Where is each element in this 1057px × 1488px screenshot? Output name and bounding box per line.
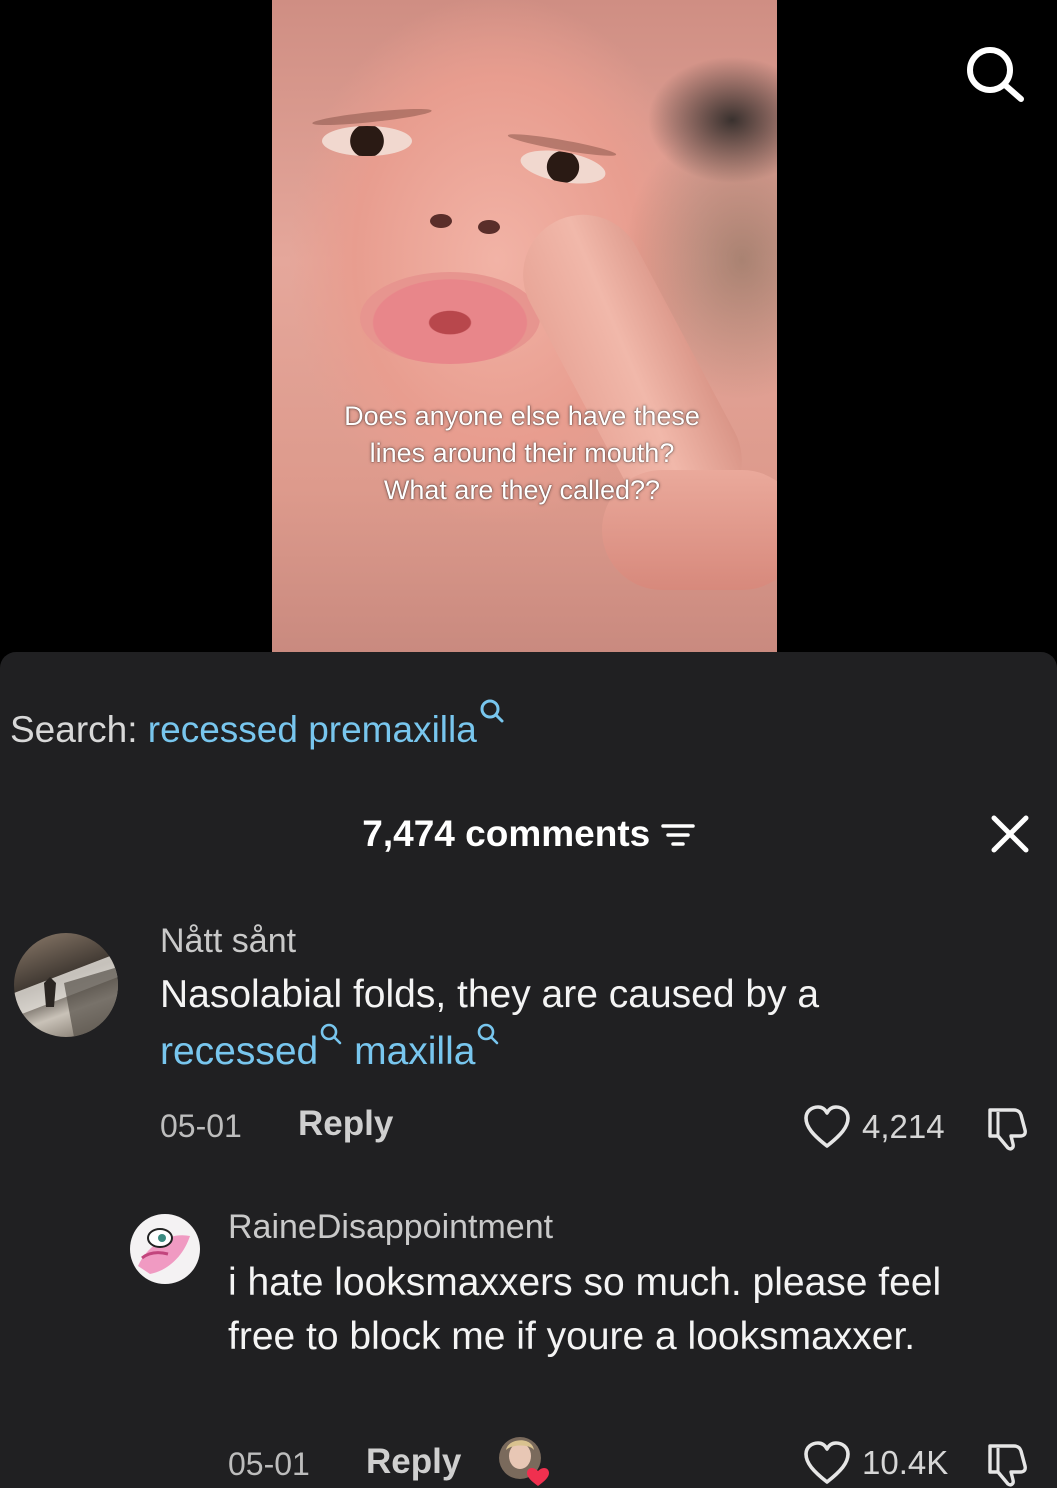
video-face-nostril — [478, 220, 500, 234]
thumbs-down-icon — [988, 1108, 1027, 1151]
dislike-button[interactable] — [984, 1438, 1034, 1488]
reply-button[interactable]: Reply — [366, 1442, 461, 1482]
search-suggestion[interactable]: Search: recessed premaxilla — [10, 698, 505, 754]
search-icon — [480, 699, 504, 723]
heart-icon — [804, 1105, 850, 1148]
avatar[interactable] — [130, 1214, 200, 1284]
close-comments-button[interactable] — [988, 812, 1032, 856]
heart-icon — [527, 1468, 549, 1486]
video-face-lips — [360, 272, 540, 364]
comment-search-link[interactable]: recessed — [160, 1030, 318, 1073]
comment-text: i hate looksmaxxers so much. please feel… — [228, 1261, 942, 1358]
comment-date: 05-01 — [160, 1108, 242, 1144]
video-face-eye — [322, 126, 412, 156]
comment-item: Nått sånt Nasolabial folds, they are cau… — [0, 914, 1057, 1174]
reply-button[interactable]: Reply — [298, 1104, 393, 1144]
comment-search-link[interactable]: maxilla — [354, 1030, 475, 1073]
comment-count: 7,474 comments — [362, 813, 651, 854]
comments-header: 7,474 comments — [0, 808, 1057, 860]
comment-item: RaineDisappointment i hate looksmaxxers … — [0, 1200, 1057, 1488]
comment-text: Nasolabial folds, they are caused by a r… — [160, 968, 1020, 1079]
creator-liked-badge — [498, 1436, 550, 1488]
comment-date: 05-01 — [228, 1446, 310, 1482]
like-button[interactable] — [803, 1440, 851, 1486]
comment-text-body: Nasolabial folds, they are caused by a — [160, 973, 820, 1016]
thumbs-down-icon — [988, 1444, 1027, 1487]
search-icon — [967, 47, 1024, 102]
like-count: 4,214 — [862, 1108, 945, 1145]
close-icon — [991, 815, 1029, 853]
avatar[interactable] — [14, 933, 118, 1037]
comment-username[interactable]: RaineDisappointment — [228, 1208, 553, 1247]
video-caption: Does anyone else have these lines around… — [344, 401, 700, 505]
filter-icon[interactable] — [660, 821, 695, 849]
video-player[interactable]: Does anyone else have these lines around… — [0, 0, 1057, 652]
comment-username[interactable]: Nått sånt — [160, 922, 296, 961]
search-icon — [320, 1023, 342, 1045]
comments-sheet: Search: recessed premaxilla 7,474 commen… — [0, 652, 1057, 1488]
video-face-brow — [311, 105, 433, 129]
video-frame[interactable]: Does anyone else have these lines around… — [272, 0, 777, 652]
dislike-button[interactable] — [984, 1102, 1034, 1152]
search-button[interactable] — [962, 42, 1028, 104]
search-icon — [478, 1023, 499, 1045]
heart-icon — [804, 1441, 850, 1484]
like-count: 10.4K — [862, 1444, 949, 1481]
search-suggestion-term[interactable]: recessed premaxilla — [148, 709, 477, 750]
like-button[interactable] — [803, 1104, 851, 1150]
search-suggestion-prefix: Search: — [10, 709, 138, 750]
video-face-nostril — [430, 214, 452, 228]
